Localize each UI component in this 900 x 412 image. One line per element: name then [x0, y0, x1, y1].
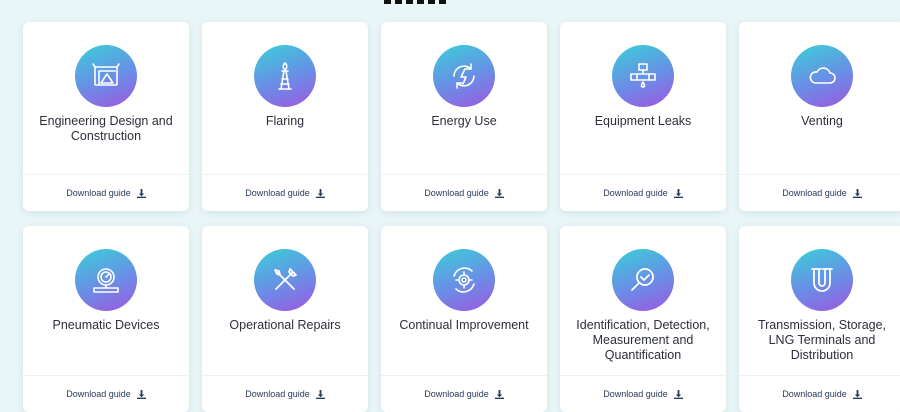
- download-icon: [673, 188, 683, 198]
- download-icon: [852, 389, 862, 399]
- card-title: Energy Use: [431, 114, 497, 128]
- flare-tower-icon: [254, 45, 316, 107]
- card-title: Operational Repairs: [229, 318, 341, 332]
- card-engineering-design: Engineering Design and Construction Down…: [23, 22, 189, 211]
- gear-cycle-icon: [433, 249, 495, 311]
- download-guide-button[interactable]: Download guide: [381, 174, 547, 211]
- download-guide-button[interactable]: Download guide: [202, 174, 368, 211]
- download-guide-button[interactable]: Download guide: [202, 375, 368, 412]
- download-guide-button[interactable]: Download guide: [560, 174, 726, 211]
- download-label: Download guide: [245, 188, 310, 198]
- card-title: Equipment Leaks: [594, 114, 692, 128]
- download-label: Download guide: [603, 389, 668, 399]
- card-title: Pneumatic Devices: [52, 318, 160, 332]
- download-label: Download guide: [66, 389, 131, 399]
- download-guide-button[interactable]: Download guide: [23, 174, 189, 211]
- pipeline-icon: [791, 249, 853, 311]
- download-label: Download guide: [782, 188, 847, 198]
- download-icon: [315, 188, 325, 198]
- download-label: Download guide: [245, 389, 310, 399]
- magnifier-check-icon: [612, 249, 674, 311]
- tools-icon: [254, 249, 316, 311]
- card-title: Flaring: [265, 114, 305, 128]
- blueprint-icon: [75, 45, 137, 107]
- top-dots-decoration: [384, 0, 448, 4]
- pipe-leak-icon: [612, 45, 674, 107]
- card-identification-detection: Identification, Detection, Measurement a…: [560, 226, 726, 412]
- guide-card-grid: Engineering Design and Construction Down…: [23, 22, 900, 412]
- download-guide-button[interactable]: Download guide: [739, 375, 900, 412]
- card-continual-improvement: Continual Improvement Download guide: [381, 226, 547, 412]
- download-guide-button[interactable]: Download guide: [23, 375, 189, 412]
- download-guide-button[interactable]: Download guide: [560, 375, 726, 412]
- download-label: Download guide: [424, 188, 489, 198]
- card-operational-repairs: Operational Repairs Download guide: [202, 226, 368, 412]
- card-title: Venting: [801, 114, 843, 128]
- card-title: Engineering Design and Construction: [39, 114, 173, 143]
- download-guide-button[interactable]: Download guide: [739, 174, 900, 211]
- download-icon: [315, 389, 325, 399]
- card-transmission-storage: Transmission, Storage, LNG Terminals and…: [739, 226, 900, 412]
- card-energy-use: Energy Use Download guide: [381, 22, 547, 211]
- download-icon: [494, 188, 504, 198]
- download-label: Download guide: [424, 389, 489, 399]
- cloud-icon: [791, 45, 853, 107]
- card-title: Transmission, Storage, LNG Terminals and…: [757, 318, 887, 362]
- energy-cycle-icon: [433, 45, 495, 107]
- card-venting: Venting Download guide: [739, 22, 900, 211]
- card-equipment-leaks: Equipment Leaks Download guide: [560, 22, 726, 211]
- download-label: Download guide: [603, 188, 668, 198]
- download-label: Download guide: [782, 389, 847, 399]
- card-title: Continual Improvement: [399, 318, 529, 332]
- download-icon: [136, 188, 146, 198]
- download-icon: [852, 188, 862, 198]
- card-pneumatic-devices: Pneumatic Devices Download guide: [23, 226, 189, 412]
- download-guide-button[interactable]: Download guide: [381, 375, 547, 412]
- card-title: Identification, Detection, Measurement a…: [576, 318, 710, 362]
- download-label: Download guide: [66, 188, 131, 198]
- download-icon: [673, 389, 683, 399]
- download-icon: [494, 389, 504, 399]
- download-icon: [136, 389, 146, 399]
- card-flaring: Flaring Download guide: [202, 22, 368, 211]
- pressure-gauge-icon: [75, 249, 137, 311]
